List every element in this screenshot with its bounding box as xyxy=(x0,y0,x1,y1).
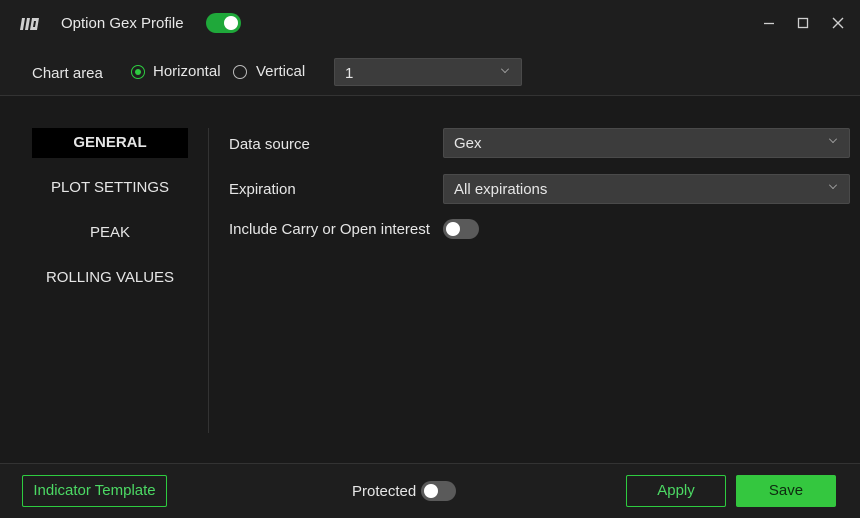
protected-toggle[interactable] xyxy=(421,481,456,501)
chevron-down-icon xyxy=(829,135,837,143)
chart-area-select-value: 1 xyxy=(345,65,354,82)
sidebar-item-rolling-values[interactable]: ROLLING VALUES xyxy=(32,263,188,293)
maximize-icon[interactable] xyxy=(795,15,811,31)
indicator-template-button[interactable]: Indicator Template xyxy=(22,475,167,507)
expiration-value: All expirations xyxy=(454,181,548,198)
toggle-knob xyxy=(446,222,460,236)
save-button[interactable]: Save xyxy=(736,475,836,507)
include-carry-toggle[interactable] xyxy=(443,219,479,239)
sidebar-item-general[interactable]: GENERAL xyxy=(32,128,188,158)
minimize-icon[interactable] xyxy=(761,15,777,31)
protected-label: Protected xyxy=(352,483,417,500)
horizontal-radio-label[interactable]: Horizontal xyxy=(153,63,221,80)
footer-bar: Indicator Template Protected Apply Save xyxy=(0,463,860,518)
sidebar-item-peak[interactable]: PEAK xyxy=(32,218,188,248)
apply-button[interactable]: Apply xyxy=(626,475,726,507)
data-source-value: Gex xyxy=(454,135,482,152)
vertical-radio[interactable] xyxy=(233,65,247,79)
expiration-select[interactable]: All expirations xyxy=(443,174,850,204)
data-source-select[interactable]: Gex xyxy=(443,128,850,158)
close-icon[interactable] xyxy=(830,15,846,31)
toggle-knob xyxy=(424,484,438,498)
horizontal-radio[interactable] xyxy=(131,65,145,79)
vertical-radio-label[interactable]: Vertical xyxy=(256,63,305,80)
chart-area-row: Chart area Horizontal Vertical 1 xyxy=(0,46,860,96)
chevron-down-icon xyxy=(501,65,509,73)
include-carry-label: Include Carry or Open interest xyxy=(229,221,430,238)
chart-area-select[interactable]: 1 xyxy=(334,58,522,86)
title-bar: Option Gex Profile xyxy=(0,0,860,46)
window-title: Option Gex Profile xyxy=(61,15,184,32)
sidebar-divider xyxy=(208,128,209,433)
sidebar-item-plot-settings[interactable]: PLOT SETTINGS xyxy=(32,173,188,203)
app-logo-icon xyxy=(20,18,39,30)
chevron-down-icon xyxy=(829,181,837,189)
toggle-knob xyxy=(224,16,238,30)
data-source-label: Data source xyxy=(229,136,310,153)
expiration-label: Expiration xyxy=(229,181,296,198)
indicator-enabled-toggle[interactable] xyxy=(206,13,241,33)
chart-area-label: Chart area xyxy=(32,65,103,82)
